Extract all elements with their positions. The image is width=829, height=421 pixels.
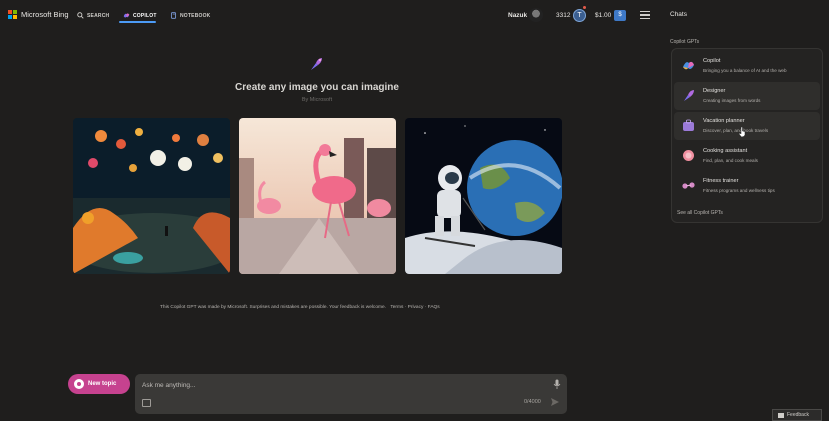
feedback-button[interactable]: Feedback xyxy=(772,409,822,421)
gpt-description: Find, plan, and cook meals xyxy=(703,158,758,163)
designer-icon xyxy=(311,58,322,70)
gpt-description: Creating images from words xyxy=(703,98,761,103)
send-icon[interactable] xyxy=(551,398,559,406)
flamingo-street-image[interactable] xyxy=(239,118,396,274)
user-name[interactable]: Nazuk xyxy=(508,12,527,19)
gpt-item-vacation-planner[interactable]: Vacation planner Discover, plan, and boo… xyxy=(674,112,820,140)
new-topic-icon xyxy=(74,379,84,389)
page-title: Create any image you can imagine xyxy=(235,82,399,93)
chat-composer xyxy=(135,374,567,414)
nav-copilot-label: COPILOT xyxy=(133,12,157,19)
new-topic-button[interactable]: New topic xyxy=(68,374,130,394)
dumbbell-icon xyxy=(682,182,695,189)
logo-text: Microsoft Bing xyxy=(21,10,69,19)
gpt-item-copilot[interactable]: Copilot Bringing you a balance of AI and… xyxy=(674,52,820,80)
astronaut-earth-image[interactable] xyxy=(405,118,562,274)
gpt-item-cooking-assistant[interactable]: Cooking assistant Find, plan, and cook m… xyxy=(674,142,820,170)
character-counter: 0/4000 xyxy=(524,399,541,405)
terms-link[interactable]: Terms xyxy=(390,305,403,310)
active-tab-indicator xyxy=(119,21,156,23)
top-bar: Microsoft Bing SEARCH COPILOT NOTEBOOK N… xyxy=(0,0,829,32)
notification-dot xyxy=(583,6,586,9)
disclaimer-text: This Copilot GPT was made by Microsoft. … xyxy=(160,305,386,310)
search-icon xyxy=(77,12,84,19)
ask-input[interactable] xyxy=(142,379,542,391)
nav-search[interactable]: SEARCH xyxy=(77,12,109,19)
nav-search-label: SEARCH xyxy=(87,12,110,19)
avatar[interactable] xyxy=(529,8,543,22)
disclaimer: This Copilot GPT was made by Microsoft. … xyxy=(160,305,440,310)
microphone-icon[interactable] xyxy=(553,379,561,389)
new-topic-label: New topic xyxy=(88,381,117,387)
gpt-item-fitness-trainer[interactable]: Fitness trainer Fitness programs and wel… xyxy=(674,172,820,200)
copilot-icon xyxy=(123,13,130,18)
designer-icon xyxy=(684,90,694,101)
gpt-name: Fitness trainer xyxy=(703,178,739,184)
bing-logo[interactable]: Microsoft Bing xyxy=(8,10,69,19)
see-all-gpts-link[interactable]: See all Copilot GPTs xyxy=(677,210,723,216)
gpt-description: Discover, plan, and book travels xyxy=(703,128,769,133)
gpt-item-designer[interactable]: Designer Creating images from words xyxy=(674,82,820,110)
gpt-name: Vacation planner xyxy=(703,118,745,124)
nav-notebook-label: NOTEBOOK xyxy=(180,12,211,19)
privacy-link[interactable]: Privacy xyxy=(408,305,424,310)
add-image-icon[interactable] xyxy=(142,399,151,407)
copilot-icon xyxy=(683,61,694,70)
chats-label[interactable]: Chats xyxy=(670,11,687,18)
gpt-name: Designer xyxy=(703,88,726,94)
hand-cursor-icon xyxy=(738,127,746,137)
bowl-icon xyxy=(683,150,694,161)
feedback-label: Feedback xyxy=(787,412,809,418)
page-subtitle: By Microsoft xyxy=(301,97,333,103)
notebook-icon xyxy=(170,12,177,19)
suitcase-icon xyxy=(683,119,694,131)
rewards-trophy-icon[interactable]: T xyxy=(573,9,586,22)
feedback-icon xyxy=(778,412,784,418)
gpt-description: Fitness programs and wellness tips xyxy=(703,188,775,193)
nav-notebook[interactable]: NOTEBOOK xyxy=(170,12,211,19)
copilot-gpts-label: Copilot GPTs xyxy=(670,39,700,45)
gpt-name: Copilot xyxy=(703,58,721,64)
nav-copilot[interactable]: COPILOT xyxy=(123,12,157,19)
microsoft-logo-icon xyxy=(8,10,17,19)
gpt-name: Cooking assistant xyxy=(703,148,748,154)
faqs-link[interactable]: FAQs xyxy=(428,305,440,310)
hamburger-menu-icon[interactable] xyxy=(640,11,650,19)
rewards-points[interactable]: 3312 xyxy=(556,12,570,19)
gpt-description: Bringing you a balance of AI and the web xyxy=(703,68,787,73)
balance-icon[interactable]: $ xyxy=(614,10,626,21)
balance-amount[interactable]: $1.00 xyxy=(595,12,611,19)
lantern-forest-image[interactable] xyxy=(73,118,230,274)
